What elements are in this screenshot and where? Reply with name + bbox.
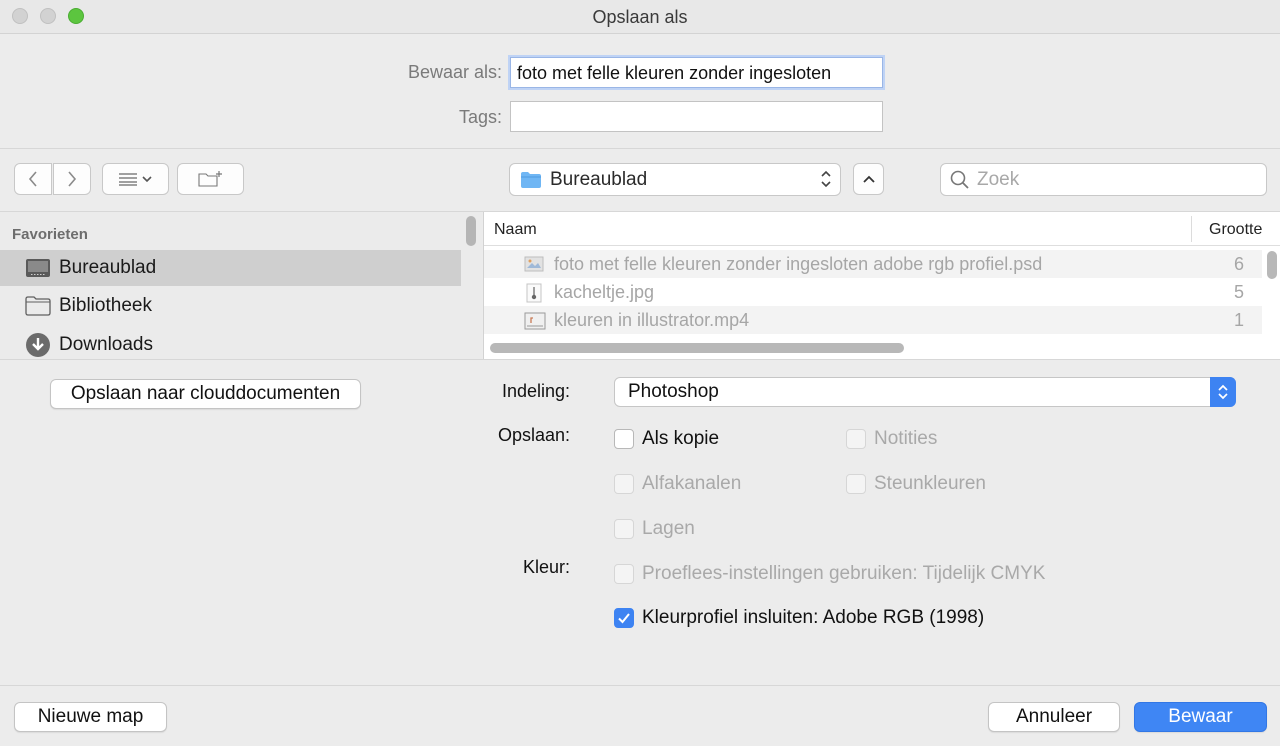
video-file-icon	[524, 311, 546, 330]
format-select[interactable]: Photoshop	[614, 377, 1236, 407]
checkbox-box	[614, 474, 634, 494]
updown-chevron-icon	[1210, 377, 1236, 407]
vertical-scrollbar[interactable]	[1267, 251, 1277, 279]
checkmark-icon	[618, 613, 630, 624]
download-icon	[25, 333, 51, 357]
forward-button[interactable]	[53, 163, 91, 195]
back-button[interactable]	[14, 163, 52, 195]
chevron-left-icon	[28, 171, 37, 187]
file-row[interactable]: foto met felle kleuren zonder ingesloten…	[484, 250, 1262, 278]
chevron-right-icon	[68, 171, 77, 187]
updown-chevron-icon	[820, 169, 832, 190]
image-file-icon	[524, 255, 544, 273]
column-header-name[interactable]: Naam	[494, 221, 537, 239]
notes-checkbox[interactable]: Notities	[846, 428, 937, 450]
checkbox-label: Proeflees-instellingen gebruiken: Tijdel…	[642, 563, 1046, 584]
sidebar-item-bibliotheek[interactable]: Bibliotheek	[0, 288, 461, 324]
checkbox-box	[846, 429, 866, 449]
divider	[0, 359, 1280, 360]
sidebar-item-label: Bibliotheek	[59, 295, 152, 316]
file-size: 1	[1234, 310, 1245, 330]
proof-setup-checkbox[interactable]: Proeflees-instellingen gebruiken: Tijdel…	[614, 563, 1045, 585]
save-as-input[interactable]: foto met felle kleuren zonder ingesloten	[510, 57, 883, 88]
folder-icon	[25, 295, 51, 317]
embed-profile-checkbox[interactable]: Kleurprofiel insluiten: Adobe RGB (1998)	[614, 607, 984, 629]
column-header-size[interactable]: Grootte	[1209, 221, 1269, 239]
location-popup[interactable]: Bureaublad	[509, 163, 841, 196]
new-folder-button[interactable]: Nieuwe map	[14, 702, 167, 732]
search-field[interactable]: Zoek	[940, 163, 1267, 196]
search-icon	[950, 170, 969, 189]
horizontal-scrollbar[interactable]	[490, 343, 904, 353]
checkbox-label: Kleurprofiel insluiten: Adobe RGB (1998)	[642, 607, 985, 628]
save-as-label: Bewaar als:	[407, 62, 502, 82]
tags-label: Tags:	[458, 107, 502, 127]
checkbox-box	[846, 474, 866, 494]
search-placeholder: Zoek	[977, 168, 1020, 190]
checkbox-box	[614, 429, 634, 449]
file-row[interactable]: kacheltje.jpg 5	[484, 278, 1262, 306]
save-options-label: Opslaan:	[497, 425, 570, 445]
jpg-file-icon	[524, 283, 544, 303]
tags-input[interactable]	[510, 101, 883, 132]
file-size: 5	[1234, 282, 1245, 302]
spot-colors-checkbox[interactable]: Steunkleuren	[846, 473, 986, 495]
sidebar-scrollbar[interactable]	[466, 216, 476, 246]
divider	[0, 148, 1280, 149]
chevron-up-icon	[862, 175, 875, 183]
checkbox-label: Alfakanalen	[642, 473, 742, 494]
checkbox-box	[614, 564, 634, 584]
file-size: 6	[1234, 254, 1245, 274]
alpha-channels-checkbox[interactable]: Alfakanalen	[614, 473, 741, 495]
divider	[0, 685, 1280, 686]
sidebar-section-title: Favorieten	[12, 226, 88, 243]
checkbox-label: Notities	[874, 428, 938, 449]
column-separator	[1191, 216, 1192, 242]
file-name: kacheltje.jpg	[554, 282, 655, 302]
checkbox-box	[614, 608, 634, 628]
sidebar-item-bureaublad[interactable]: Bureaublad	[0, 250, 461, 286]
file-name: foto met felle kleuren zonder ingesloten…	[554, 254, 1043, 274]
new-folder-icon	[197, 171, 222, 187]
window-title: Opslaan als	[592, 7, 688, 27]
format-label: Indeling:	[501, 381, 570, 401]
checkbox-label: Steunkleuren	[874, 473, 986, 494]
checkbox-label: Als kopie	[642, 428, 720, 449]
color-label: Kleur:	[522, 557, 570, 577]
save-button[interactable]: Bewaar	[1134, 702, 1267, 732]
sidebar-item-downloads[interactable]: Downloads	[0, 327, 461, 359]
view-mode-button[interactable]	[102, 163, 169, 195]
checkbox-label: Lagen	[642, 518, 695, 539]
collapse-button[interactable]	[853, 163, 884, 195]
file-row[interactable]: kleuren in illustrator.mp4 1	[484, 306, 1262, 334]
sidebar-item-label: Bureaublad	[59, 257, 157, 278]
as-copy-checkbox[interactable]: Als kopie	[614, 428, 719, 450]
sidebar: Favorieten Bureaublad Bibliotheek Downlo…	[0, 212, 482, 359]
save-to-cloud-button[interactable]: Opslaan naar clouddocumenten	[50, 379, 361, 409]
title-bar: Opslaan als	[0, 0, 1280, 34]
new-folder-toolbar-button[interactable]	[177, 163, 244, 195]
checkbox-box	[614, 519, 634, 539]
location-label: Bureaublad	[550, 168, 648, 190]
file-list-header: Naam Grootte	[484, 212, 1280, 246]
sidebar-item-label: Downloads	[59, 334, 153, 355]
list-view-icon	[118, 173, 152, 186]
folder-icon	[521, 171, 541, 188]
file-list: Naam Grootte foto met felle kleuren zond…	[483, 212, 1280, 359]
desktop-icon	[25, 257, 51, 279]
cancel-button[interactable]: Annuleer	[988, 702, 1120, 732]
layers-checkbox[interactable]: Lagen	[614, 518, 695, 540]
file-name: kleuren in illustrator.mp4	[554, 310, 750, 330]
format-value: Photoshop	[628, 381, 719, 402]
